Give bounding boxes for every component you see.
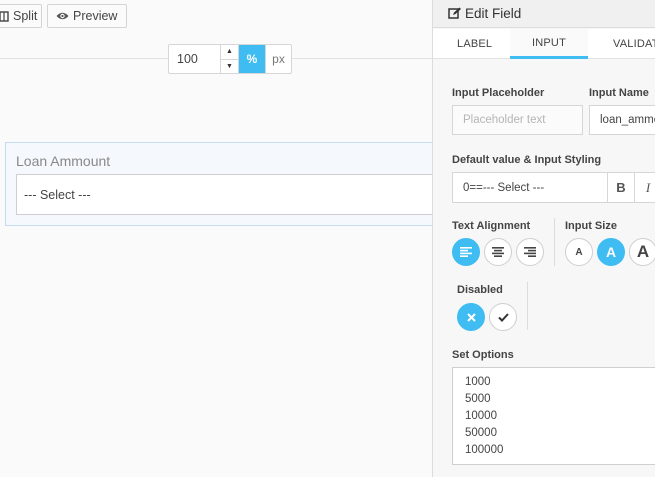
split-label: Split bbox=[13, 9, 38, 23]
step-down-icon[interactable]: ▼ bbox=[221, 60, 238, 74]
placeholder-input[interactable]: Placeholder text bbox=[452, 105, 583, 135]
unit-px-button[interactable]: px bbox=[265, 45, 291, 73]
close-icon bbox=[466, 312, 476, 322]
field-width-control: 100 ▲ ▼ % px bbox=[168, 44, 292, 74]
disabled-label: Disabled bbox=[457, 284, 503, 296]
set-options-label: Set Options bbox=[452, 349, 514, 361]
placeholder-label: Input Placeholder bbox=[452, 87, 545, 99]
align-left-button[interactable] bbox=[452, 238, 480, 266]
section-divider bbox=[554, 218, 555, 266]
size-small-button[interactable]: A bbox=[565, 238, 593, 266]
bold-button[interactable]: B bbox=[607, 172, 635, 203]
panel-tabs: LABEL INPUT VALIDAT bbox=[433, 29, 655, 59]
eye-icon bbox=[56, 12, 69, 20]
input-name-field[interactable]: loan_ammo bbox=[589, 105, 655, 135]
option-line: 100000 bbox=[465, 444, 504, 456]
selected-field[interactable]: Loan Ammount --- Select --- bbox=[5, 142, 432, 226]
section-divider bbox=[527, 282, 528, 330]
disabled-off-button[interactable] bbox=[457, 303, 485, 331]
split-icon bbox=[0, 10, 9, 22]
align-center-icon bbox=[492, 247, 504, 257]
option-line: 50000 bbox=[465, 427, 497, 439]
text-alignment-label: Text Alignment bbox=[452, 220, 531, 232]
tab-validation[interactable]: VALIDAT bbox=[613, 29, 655, 59]
width-stepper[interactable]: ▲ ▼ bbox=[221, 45, 239, 73]
check-icon bbox=[497, 312, 509, 322]
width-input[interactable]: 100 bbox=[169, 45, 221, 73]
align-right-button[interactable] bbox=[516, 238, 544, 266]
option-line: 1000 bbox=[465, 376, 491, 388]
size-medium-button[interactable]: A bbox=[597, 238, 625, 266]
default-value-label: Default value & Input Styling bbox=[452, 154, 602, 166]
input-size-label: Input Size bbox=[565, 220, 617, 232]
size-large-button[interactable]: A bbox=[629, 238, 655, 266]
align-center-button[interactable] bbox=[484, 238, 512, 266]
split-button[interactable]: Split bbox=[0, 4, 42, 28]
option-line: 5000 bbox=[465, 393, 491, 405]
preview-label: Preview bbox=[73, 9, 118, 23]
tab-input[interactable]: INPUT bbox=[510, 29, 588, 59]
options-textarea[interactable]: 1000 5000 10000 50000 100000 bbox=[452, 367, 655, 465]
italic-button[interactable]: I bbox=[634, 172, 655, 203]
input-name-label: Input Name bbox=[589, 87, 649, 99]
panel-header: Edit Field bbox=[433, 0, 655, 28]
preview-button[interactable]: Preview bbox=[47, 4, 127, 28]
align-right-icon bbox=[524, 247, 536, 257]
field-select[interactable]: --- Select --- bbox=[16, 174, 432, 215]
option-line: 10000 bbox=[465, 410, 497, 422]
edit-field-panel: Edit Field LABEL INPUT VALIDAT Input Pla… bbox=[432, 0, 655, 477]
edit-icon bbox=[448, 7, 461, 19]
unit-percent-button[interactable]: % bbox=[239, 45, 265, 73]
default-value-input[interactable]: 0==--- Select --- bbox=[452, 172, 608, 203]
form-canvas: Split Preview 100 ▲ ▼ % px Loan Ammount … bbox=[0, 0, 432, 477]
align-left-icon bbox=[460, 247, 472, 257]
step-up-icon[interactable]: ▲ bbox=[221, 45, 238, 60]
field-label: Loan Ammount bbox=[16, 153, 111, 169]
tab-label[interactable]: LABEL bbox=[457, 29, 492, 59]
disabled-on-button[interactable] bbox=[489, 303, 517, 331]
panel-title: Edit Field bbox=[465, 6, 522, 21]
